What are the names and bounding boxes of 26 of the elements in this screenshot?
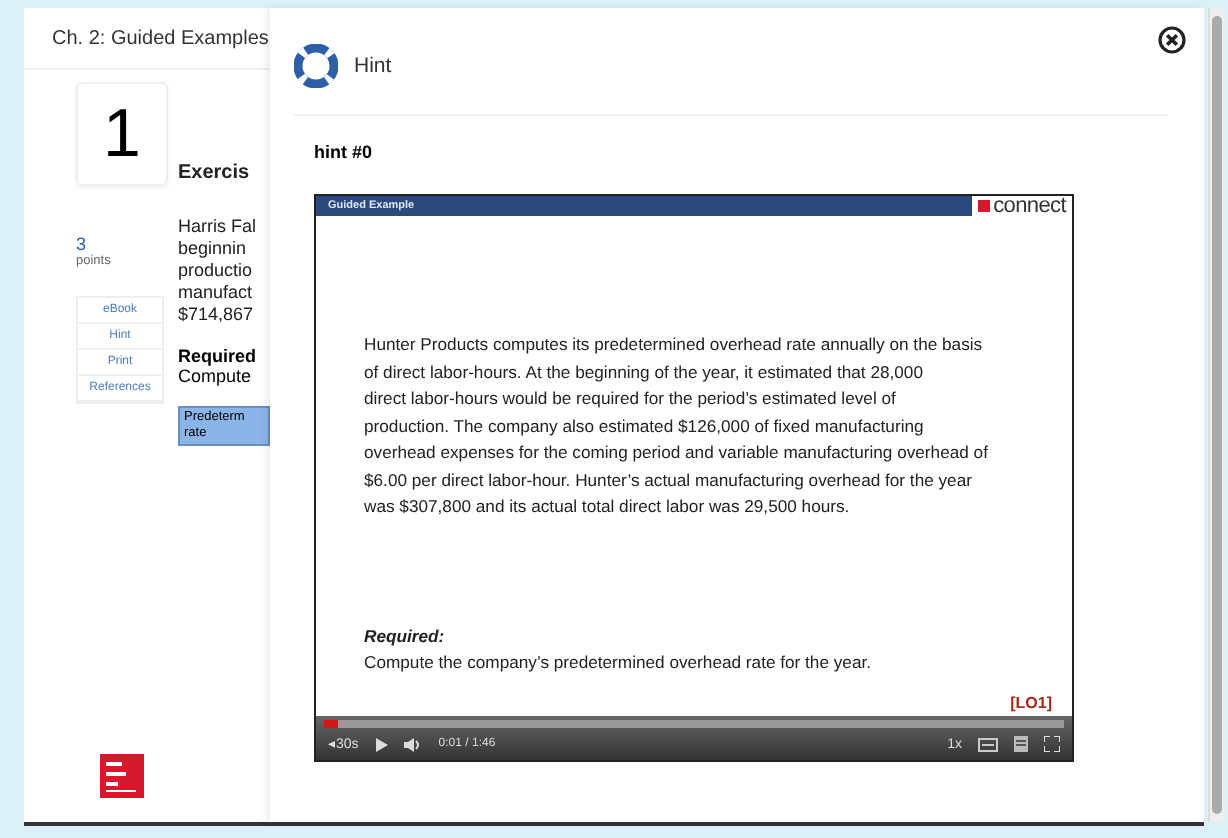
- required-label: Required: [178, 346, 259, 366]
- captions-icon[interactable]: [978, 737, 998, 751]
- scrollbar[interactable]: [1208, 8, 1224, 822]
- required-text: Compute: [178, 366, 254, 386]
- fullscreen-icon[interactable]: [1044, 736, 1060, 752]
- transcript-icon[interactable]: [1014, 736, 1028, 752]
- volume-icon[interactable]: [404, 737, 423, 751]
- publisher-logo: [100, 754, 144, 798]
- problem-paragraph: Hunter Products computes its predetermined overhead rate annually on the basis of direct labor-hours. At the beginning of the year, it estimated that 28,000 direct labor-hours would be required for the period’s estimated level of production. The company also estimated $126,000 of fixed manufacturing overhead expenses for the coming period and variable manufacturing overhead of $6.00 per direct labor-hour. Hunter’s actual manufacturing overhead for the year was $307,800 and its actual total direct labor was 29,500 hours.: [364, 332, 990, 520]
- lifebuoy-icon: [294, 43, 338, 87]
- brand-logo: connect: [971, 194, 1072, 218]
- page-title: Ch. 2: Guided Examples: [24, 8, 270, 70]
- dialog-title: Hint: [354, 53, 392, 77]
- close-icon[interactable]: [1158, 26, 1186, 54]
- required-heading: Required:: [364, 625, 447, 645]
- brand-mark-icon: [977, 200, 990, 212]
- progress-track[interactable]: [324, 720, 1064, 728]
- points-value: 3: [76, 234, 87, 254]
- video-player[interactable]: [314, 194, 1074, 762]
- exercise-title: Exercis: [178, 162, 252, 184]
- objective-tag: [LO1]: [1010, 694, 1052, 712]
- question-number: 1: [76, 82, 168, 186]
- hint-label: hint #0: [314, 142, 375, 162]
- required-sentence: Compute the company’s predetermined overhead rate for the year.: [364, 651, 874, 671]
- play-icon[interactable]: [374, 737, 389, 751]
- question-text: Harris Fal beginnin productio manufact $714,867: [178, 216, 259, 326]
